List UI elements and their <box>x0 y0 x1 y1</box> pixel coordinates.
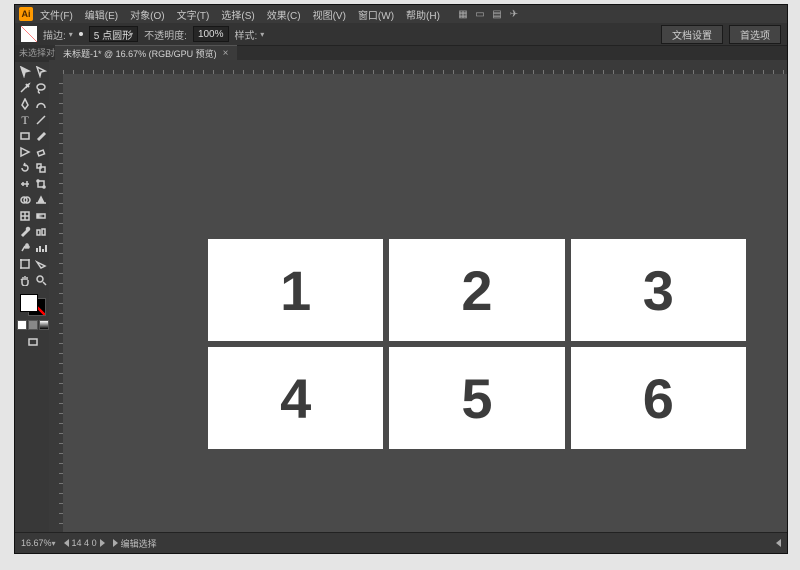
mesh-tool[interactable] <box>17 208 33 224</box>
opacity-field[interactable]: 100% <box>193 26 229 42</box>
zoom-tool[interactable] <box>33 272 49 288</box>
stock-icon[interactable]: ▭ <box>474 8 486 20</box>
status-label: 编辑选择 <box>121 537 157 550</box>
style-label: 样式: <box>235 27 258 42</box>
chevron-down-icon: ▾ <box>52 539 56 548</box>
artboard-6[interactable]: 6 <box>571 347 746 449</box>
stage: 1 2 3 4 5 6 <box>49 60 787 533</box>
rectangle-tool[interactable] <box>17 128 33 144</box>
eyedropper-tool[interactable] <box>17 224 33 240</box>
artboard-nav-value: 14 4 0 <box>72 538 97 548</box>
width-tool[interactable] <box>17 176 33 192</box>
opacity-value: 100% <box>198 29 224 40</box>
zoom-value: 16.67% <box>21 538 52 548</box>
menu-bar: Ai 文件(F) 编辑(E) 对象(O) 文字(T) 选择(S) 效果(C) 视… <box>15 5 787 24</box>
artboard-grid: 1 2 3 4 5 6 <box>208 239 746 449</box>
shape-builder-tool[interactable] <box>17 192 33 208</box>
stroke-profile-field[interactable]: 5 点圆形 ▾ <box>89 26 138 42</box>
slice-tool[interactable] <box>33 256 49 272</box>
scroll-left-icon[interactable] <box>776 539 781 547</box>
style-dropdown[interactable]: ▾ <box>260 30 264 39</box>
selection-tool[interactable] <box>17 64 33 80</box>
menu-file[interactable]: 文件(F) <box>35 7 78 22</box>
screen-mode-button[interactable] <box>25 334 41 350</box>
artboard-tool[interactable] <box>17 256 33 272</box>
type-tool[interactable]: T <box>17 112 33 128</box>
app-logo: Ai <box>19 7 33 21</box>
status-bar: 16.67% ▾ 14 4 0 编辑选择 <box>15 532 787 553</box>
menu-view[interactable]: 视图(V) <box>308 7 351 22</box>
fill-stroke-swatch[interactable] <box>21 26 37 42</box>
draw-inside-icon[interactable] <box>39 320 49 330</box>
chevron-down-icon: ▾ <box>129 30 133 39</box>
menu-window[interactable]: 窗口(W) <box>353 7 399 22</box>
ruler-horizontal[interactable] <box>63 60 787 75</box>
menu-help[interactable]: 帮助(H) <box>401 7 445 22</box>
fill-color-swatch[interactable] <box>20 294 38 312</box>
document-tab-title: 未标题-1* @ 16.67% (RGB/GPU 预览) <box>63 47 217 60</box>
symbol-sprayer-tool[interactable] <box>17 240 33 256</box>
stroke-bullet-icon <box>79 32 83 36</box>
direct-selection-tool[interactable] <box>33 64 49 80</box>
app-window: Ai 文件(F) 编辑(E) 对象(O) 文字(T) 选择(S) 效果(C) 视… <box>14 4 788 554</box>
menu-effect[interactable]: 效果(C) <box>262 7 306 22</box>
scale-tool[interactable] <box>33 160 49 176</box>
options-bar: 描边: ▾ 5 点圆形 ▾ 不透明度: 100% 样式: ▾ 文档设置 首选项 <box>15 23 787 46</box>
draw-mode-buttons <box>17 320 49 330</box>
artboard-4[interactable]: 4 <box>208 347 383 449</box>
close-tab-icon[interactable]: × <box>223 48 229 59</box>
artboard-5[interactable]: 5 <box>389 347 564 449</box>
lasso-tool[interactable] <box>33 80 49 96</box>
pen-tool[interactable] <box>17 96 33 112</box>
menu-select[interactable]: 选择(S) <box>216 7 259 22</box>
magic-wand-tool[interactable] <box>17 80 33 96</box>
gpu-icon[interactable]: ✈ <box>508 8 520 20</box>
bridge-icon[interactable]: ▦ <box>457 8 469 20</box>
ruler-vertical[interactable] <box>49 74 64 533</box>
status-flyout-icon[interactable] <box>113 539 118 547</box>
artboard-prev-icon[interactable] <box>64 539 69 547</box>
stroke-weight-dropdown[interactable]: ▾ <box>69 30 73 39</box>
tool-panel: T <box>15 62 52 533</box>
column-graph-tool[interactable] <box>33 240 49 256</box>
hand-tool[interactable] <box>17 272 33 288</box>
shaper-tool[interactable] <box>17 144 33 160</box>
menu-type[interactable]: 文字(T) <box>172 7 215 22</box>
zoom-level-field[interactable]: 16.67% ▾ <box>21 538 56 548</box>
free-transform-tool[interactable] <box>33 176 49 192</box>
curvature-tool[interactable] <box>33 96 49 112</box>
arrange-icon[interactable]: ▤ <box>491 8 503 20</box>
gradient-tool[interactable] <box>33 208 49 224</box>
perspective-grid-tool[interactable] <box>33 192 49 208</box>
canvas[interactable]: 1 2 3 4 5 6 <box>63 74 787 533</box>
draw-normal-icon[interactable] <box>17 320 27 330</box>
rotate-tool[interactable] <box>17 160 33 176</box>
draw-behind-icon[interactable] <box>28 320 38 330</box>
blend-tool[interactable] <box>33 224 49 240</box>
ruler-origin[interactable] <box>49 60 64 75</box>
paintbrush-tool[interactable] <box>33 128 49 144</box>
line-tool[interactable] <box>33 112 49 128</box>
artboard-next-icon[interactable] <box>100 539 105 547</box>
document-tab[interactable]: 未标题-1* @ 16.67% (RGB/GPU 预览) × <box>55 45 237 61</box>
artboard-1[interactable]: 1 <box>208 239 383 341</box>
eraser-tool[interactable] <box>33 144 49 160</box>
artboard-nav[interactable]: 14 4 0 <box>64 538 105 548</box>
preferences-button[interactable]: 首选项 <box>729 25 781 44</box>
artboard-3[interactable]: 3 <box>571 239 746 341</box>
artboard-2[interactable]: 2 <box>389 239 564 341</box>
stroke-profile-value: 5 点圆形 <box>94 27 132 42</box>
opacity-label: 不透明度: <box>144 27 187 42</box>
menu-edit[interactable]: 编辑(E) <box>80 7 123 22</box>
menu-object[interactable]: 对象(O) <box>125 7 169 22</box>
document-setup-button[interactable]: 文档设置 <box>661 25 723 44</box>
color-well[interactable] <box>18 292 48 318</box>
stroke-label: 描边: <box>43 27 66 42</box>
